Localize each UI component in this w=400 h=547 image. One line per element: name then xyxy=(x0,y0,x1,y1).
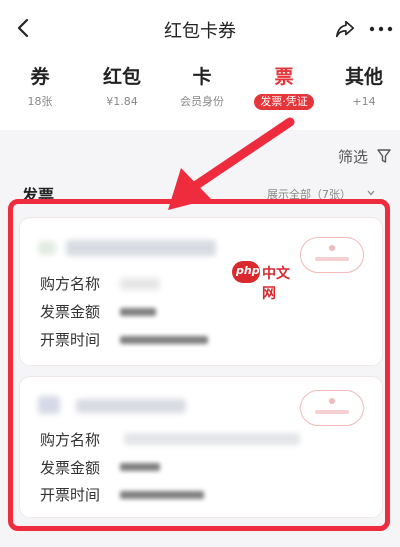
share-icon[interactable] xyxy=(334,18,356,40)
category-tabs: 券 18张 红包 ¥1.84 卡 会员身份 票 发票·凭证 其他 +14 xyxy=(0,58,400,130)
chevron-down-icon[interactable] xyxy=(366,188,376,198)
more-icon[interactable] xyxy=(368,21,394,37)
highlight-box xyxy=(8,199,390,531)
tab-red-packets[interactable]: 红包 ¥1.84 xyxy=(87,64,157,110)
filter-button[interactable]: 筛选 xyxy=(338,146,368,167)
tab-others[interactable]: 其他 +14 xyxy=(329,64,399,110)
top-bar: 红包卡券 xyxy=(0,0,400,58)
tab-tickets[interactable]: 票 发票·凭证 xyxy=(249,64,319,110)
tab-coupons[interactable]: 券 18张 xyxy=(5,64,75,110)
tab-cards[interactable]: 卡 会员身份 xyxy=(167,64,237,110)
filter-icon[interactable] xyxy=(377,149,391,163)
